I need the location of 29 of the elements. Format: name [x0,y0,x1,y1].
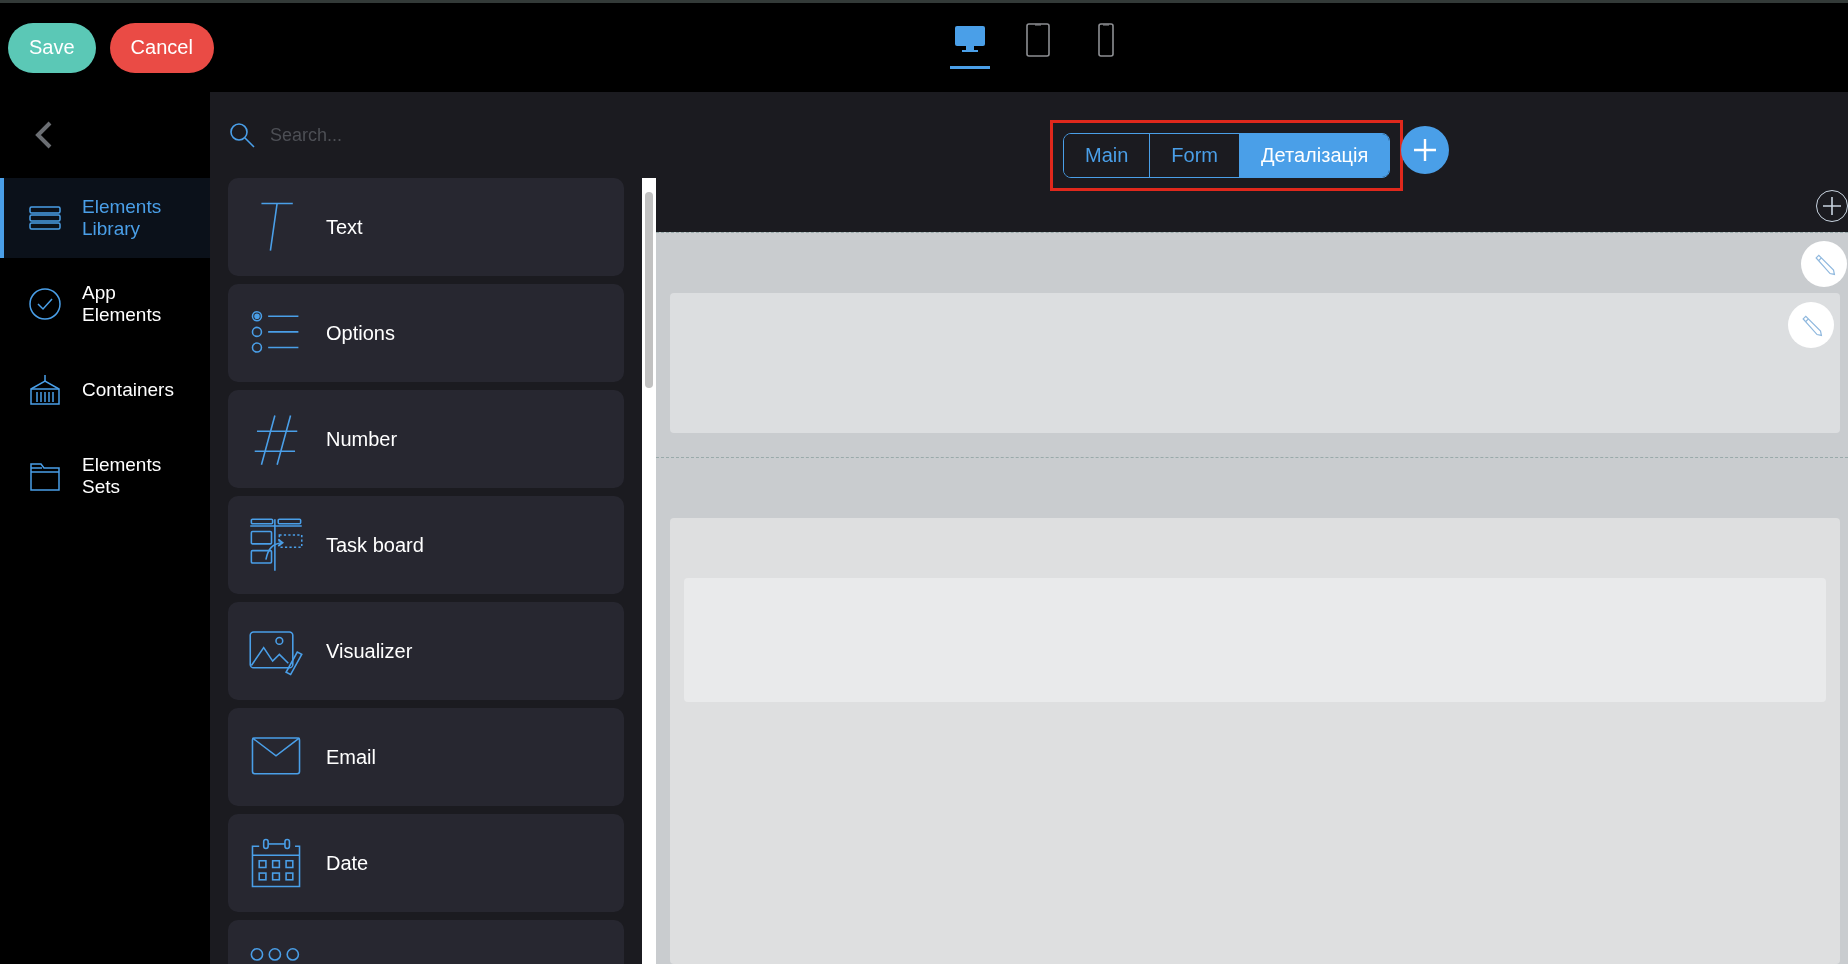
element-card[interactable]: Visualizer [228,602,624,700]
element-card[interactable]: Options [228,284,624,382]
element-label: Options [326,321,395,345]
plus-icon [1412,137,1438,163]
scrollbar-thumb[interactable] [645,192,653,388]
element-card[interactable]: Email [228,708,624,806]
element-label: Date [326,851,369,875]
taskboard-icon [248,517,304,573]
back-icon[interactable] [34,120,54,150]
element-label: Text [326,215,363,239]
element-card[interactable]: Task board [228,496,624,594]
sidebar-item[interactable]: Containers [0,350,210,430]
element-label: Visualizer [326,639,413,663]
sidebar-item[interactable]: Elements Sets [0,436,210,516]
element-label: Number [326,427,398,451]
search-icon [228,121,256,149]
element-card[interactable]: Date [228,814,624,912]
sidebar-item[interactable]: Elements Library [0,178,210,258]
page-tab[interactable]: Main [1064,134,1151,177]
plus-icon [1821,195,1843,217]
element-card[interactable]: Number [228,390,624,488]
add-tab-button[interactable] [1401,126,1449,174]
element-card[interactable]: Text [228,178,624,276]
container-icon [28,373,62,407]
element-label: Email [326,745,376,769]
sidebar-item[interactable]: App Elements [0,264,210,344]
element-label: Task board [326,533,424,557]
cancel-button[interactable]: Cancel [109,22,214,73]
check-icon [28,287,62,321]
